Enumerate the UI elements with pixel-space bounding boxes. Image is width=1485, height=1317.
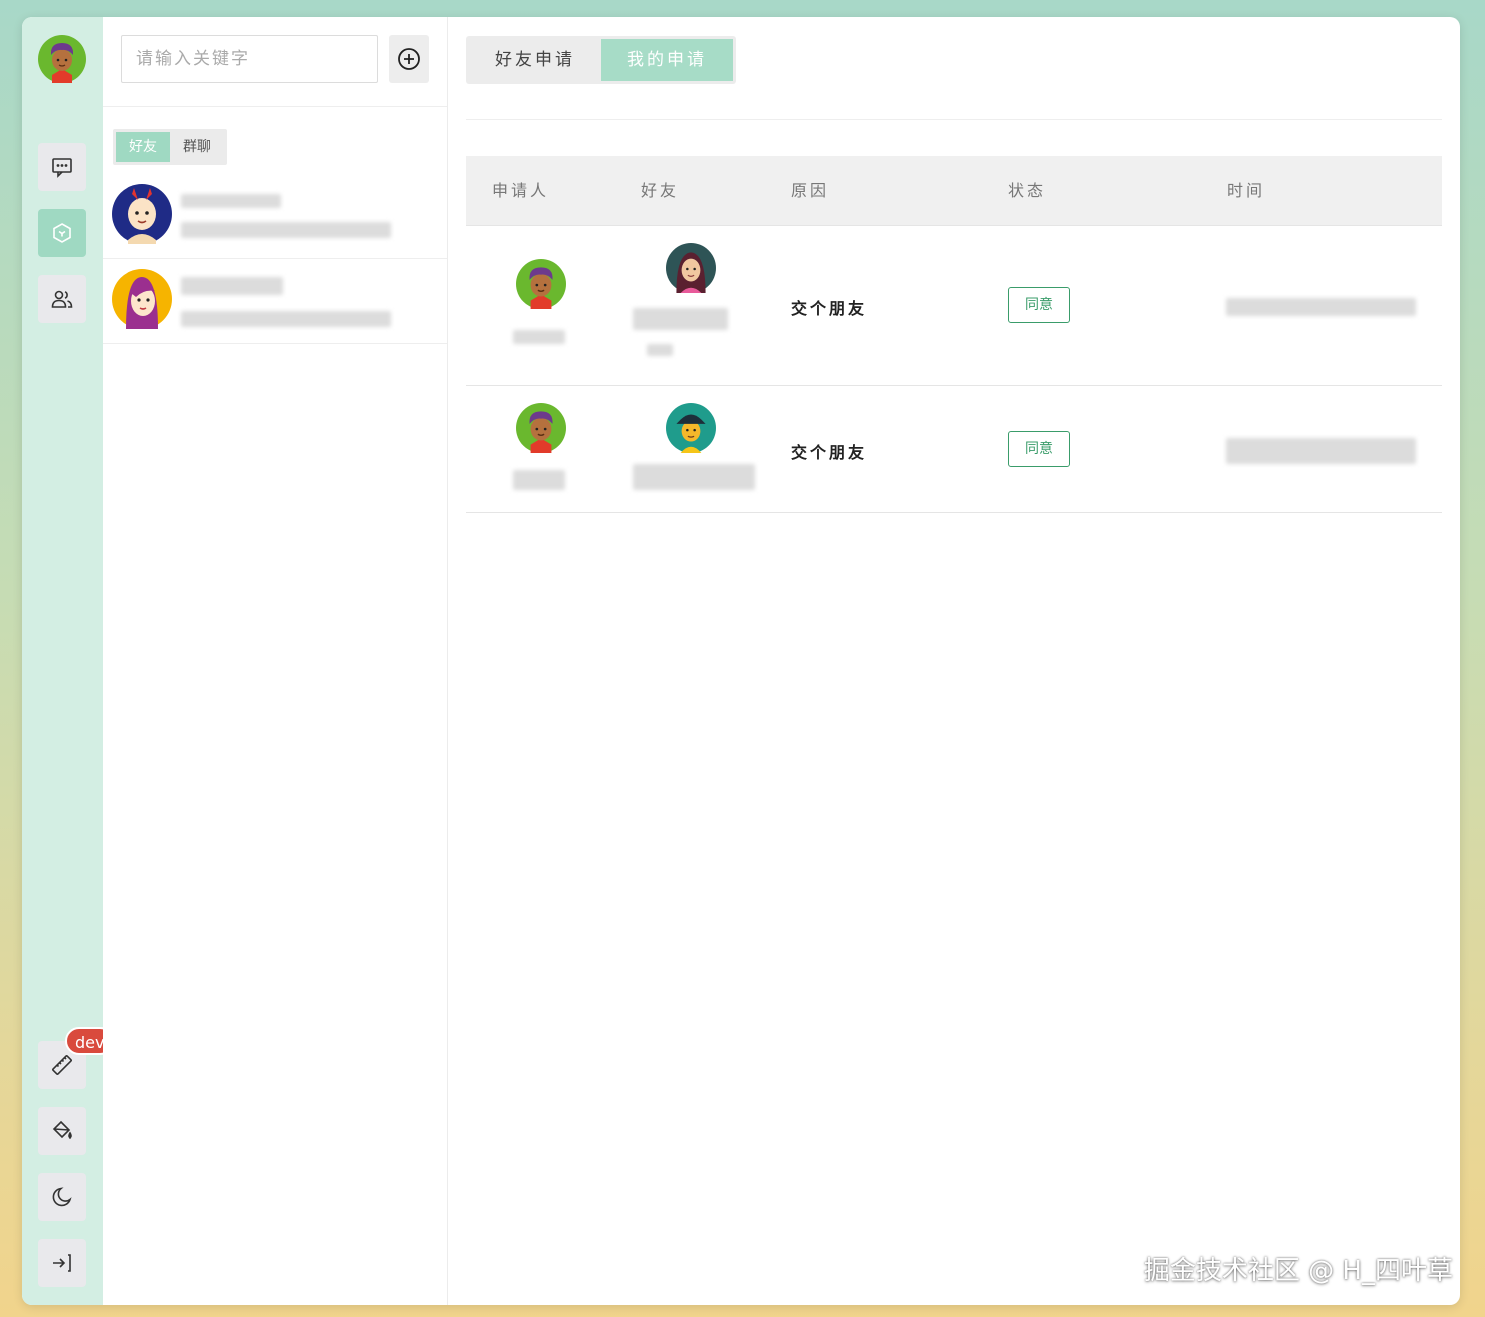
user-avatar[interactable] (38, 35, 86, 83)
ruler-icon (52, 1055, 72, 1075)
group-nav-button[interactable] (38, 275, 86, 323)
segment-groups[interactable]: 群聊 (170, 132, 224, 162)
icon-rail: dev (22, 17, 115, 1305)
paint-bucket-icon (52, 1120, 72, 1140)
app-window: dev 好友 群聊 (22, 17, 1460, 1305)
header-time: 时间 (1227, 181, 1266, 200)
contacts-nav-button[interactable] (38, 209, 86, 257)
header-friend: 好友 (641, 181, 680, 200)
header-reason: 原因 (791, 181, 830, 200)
main-content: 好友申请 我的申请 申请人 好友 原因 状态 时间 交个朋友 同意 交个朋友 同… (448, 17, 1460, 1305)
agree-button[interactable]: 同意 (1008, 431, 1070, 467)
contact-avatar (112, 184, 172, 244)
users-icon (51, 290, 73, 308)
friend-avatar (666, 403, 716, 453)
request-tabs: 好友申请 我的申请 (466, 36, 736, 84)
theme-paint-button[interactable] (38, 1107, 86, 1155)
tab-my-requests[interactable]: 我的申请 (601, 39, 733, 81)
cube-icon (53, 223, 71, 243)
chat-nav-button[interactable] (38, 143, 86, 191)
logout-button[interactable] (38, 1239, 86, 1287)
request-reason: 交个朋友 (791, 299, 868, 318)
contact-item[interactable] (103, 174, 447, 259)
add-contact-button[interactable] (389, 35, 429, 83)
applicant-avatar (516, 259, 566, 309)
agree-button[interactable]: 同意 (1008, 287, 1070, 323)
message-icon (52, 158, 72, 178)
table-row: 交个朋友 同意 (466, 226, 1442, 386)
divider (466, 119, 1442, 120)
search-bar (103, 17, 447, 107)
contact-type-toggle: 好友 群聊 (113, 129, 227, 165)
request-reason: 交个朋友 (791, 443, 868, 462)
watermark: 掘金技术社区 @ H_四叶草 (1143, 1256, 1453, 1286)
plus-circle-icon (398, 48, 420, 70)
contact-item[interactable] (103, 259, 447, 344)
logout-icon (53, 1254, 71, 1272)
requests-table: 申请人 好友 原因 状态 时间 交个朋友 同意 交个朋友 同意 (466, 156, 1442, 513)
contact-avatar (112, 269, 172, 329)
table-header: 申请人 好友 原因 状态 时间 (466, 156, 1442, 226)
applicant-avatar (516, 403, 566, 453)
moon-icon (52, 1187, 72, 1207)
friend-avatar (666, 243, 716, 293)
contacts-panel: 好友 群聊 (103, 17, 448, 1305)
table-row: 交个朋友 同意 (466, 386, 1442, 513)
dark-mode-button[interactable] (38, 1173, 86, 1221)
header-status: 状态 (1008, 181, 1047, 200)
tab-friend-requests[interactable]: 好友申请 (469, 39, 601, 81)
search-input[interactable] (121, 35, 378, 83)
segment-friends[interactable]: 好友 (116, 132, 170, 162)
header-applicant: 申请人 (492, 181, 550, 200)
